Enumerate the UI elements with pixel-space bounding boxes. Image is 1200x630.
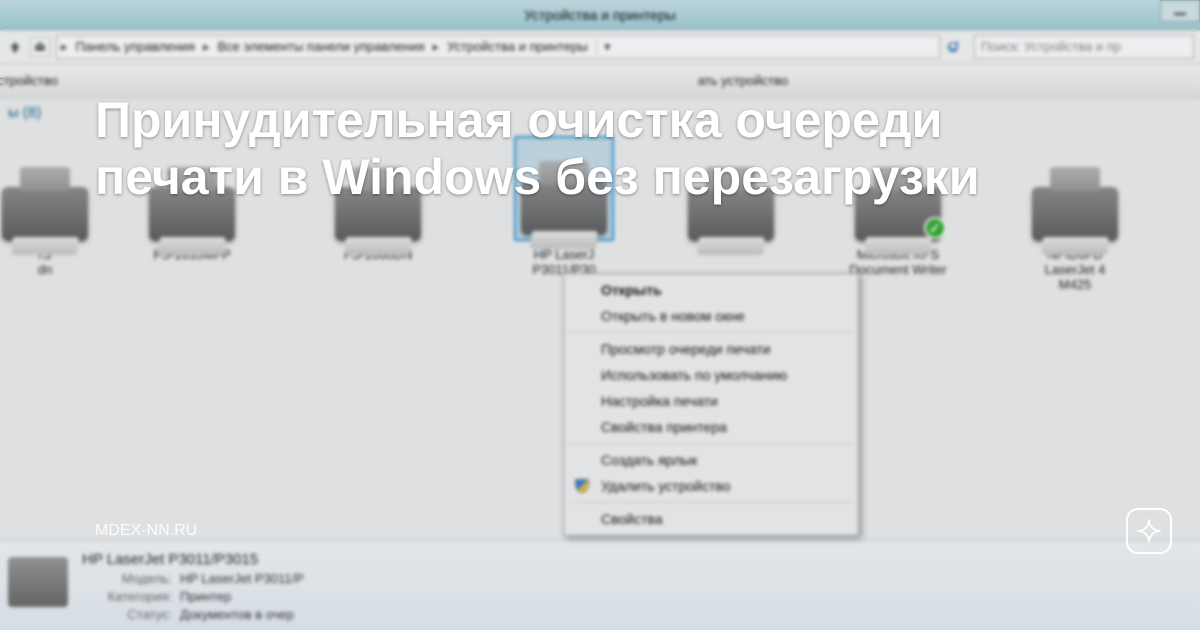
device-item[interactable]: [666, 136, 796, 292]
menu-remove-device[interactable]: Удалить устройство: [567, 473, 855, 499]
details-label: Категория:: [82, 588, 172, 606]
default-check-icon: ✓: [924, 217, 946, 239]
printer-icon: [514, 136, 614, 241]
menu-set-default[interactable]: Использовать по умолчанию: [567, 362, 855, 388]
device-label: HP LaserJ: [534, 247, 594, 262]
device-item[interactable]: NPID6FD LaserJet 4 M425: [1000, 136, 1150, 292]
device-item[interactable]: /S dn: [0, 136, 90, 292]
up-arrow-icon[interactable]: [6, 38, 24, 56]
window-title-text: Устройства и принтеры: [524, 7, 676, 23]
breadcrumb-seg-2[interactable]: Устройства и принтеры: [441, 39, 594, 54]
chevron-right-icon: ▸: [61, 39, 68, 55]
context-menu: Открыть Открыть в новом окне Просмотр оч…: [563, 273, 859, 536]
device-label: Document Writer: [849, 262, 946, 277]
breadcrumb[interactable]: ▸ Панель управления ▸ Все элементы панел…: [56, 35, 940, 59]
search-placeholder: Поиск: Устройства и пр: [981, 39, 1121, 54]
menu-open-new-window[interactable]: Открыть в новом окне: [567, 303, 855, 329]
shield-icon: [573, 477, 591, 495]
details-label: Модель:: [82, 570, 172, 588]
chevron-right-icon: ▸: [433, 39, 440, 55]
menu-open[interactable]: Открыть: [567, 277, 855, 303]
details-pane: HP LaserJet P3011/P3015 Модель: HP LaserJ…: [0, 540, 1200, 630]
section-header[interactable]: ы (8): [0, 98, 1200, 126]
breadcrumb-seg-0[interactable]: Панель управления: [70, 39, 201, 54]
address-bar: ▸ Панель управления ▸ Все элементы панел…: [0, 30, 1200, 64]
menu-properties[interactable]: Свойства: [567, 506, 855, 532]
devices-icon: [30, 37, 50, 57]
menu-view-queue[interactable]: Просмотр очереди печати: [567, 336, 855, 362]
device-label: LaserJet 4: [1045, 262, 1106, 277]
printer-icon: [8, 557, 68, 607]
menu-remove-device-label: Удалить устройство: [601, 478, 730, 494]
details-label: Статус:: [82, 606, 172, 624]
refresh-icon[interactable]: [940, 39, 966, 55]
printer-icon: [1025, 136, 1125, 241]
device-item-selected[interactable]: HP LaserJ P3011/P30: [480, 136, 648, 292]
minimize-button[interactable]: [1160, 0, 1200, 22]
menu-separator: [568, 443, 854, 444]
details-value: Принтер: [180, 588, 231, 606]
device-label: M425: [1059, 277, 1092, 292]
printer-icon: [328, 136, 428, 241]
chevron-down-icon[interactable]: ▾: [596, 39, 618, 55]
menu-create-shortcut[interactable]: Создать ярлык: [567, 447, 855, 473]
details-value: Документов в очер: [180, 606, 294, 624]
chevron-right-icon: ▸: [203, 39, 210, 55]
printer-icon: [142, 136, 242, 241]
search-input[interactable]: Поиск: Устройства и пр: [974, 35, 1194, 59]
toolbar-item-0[interactable]: е устройство: [0, 73, 78, 88]
details-value: HP LaserJet P3011/P: [180, 570, 304, 588]
breadcrumb-seg-1[interactable]: Все элементы панели управления: [212, 39, 431, 54]
menu-print-settings[interactable]: Настройка печати: [567, 388, 855, 414]
toolbar: е устройство ать устройство: [0, 64, 1200, 98]
printer-icon: [0, 136, 95, 241]
device-item[interactable]: FS-1060DN: [294, 136, 462, 292]
toolbar-item-1[interactable]: ать устройство: [678, 73, 808, 88]
menu-printer-properties[interactable]: Свойства принтера: [567, 414, 855, 440]
printer-icon: ✓: [848, 136, 948, 241]
menu-separator: [568, 332, 854, 333]
window-titlebar: Устройства и принтеры: [0, 0, 1200, 30]
menu-separator: [568, 502, 854, 503]
section-count: (8): [23, 104, 41, 121]
device-item[interactable]: FS-1035MFP: [108, 136, 276, 292]
printer-icon: [681, 136, 781, 241]
device-item[interactable]: ✓ Microsoft XPS Document Writer: [814, 136, 982, 292]
section-suffix: ы: [8, 104, 19, 121]
device-label: dn: [38, 262, 52, 277]
details-name: HP LaserJet P3011/P3015: [82, 551, 304, 568]
